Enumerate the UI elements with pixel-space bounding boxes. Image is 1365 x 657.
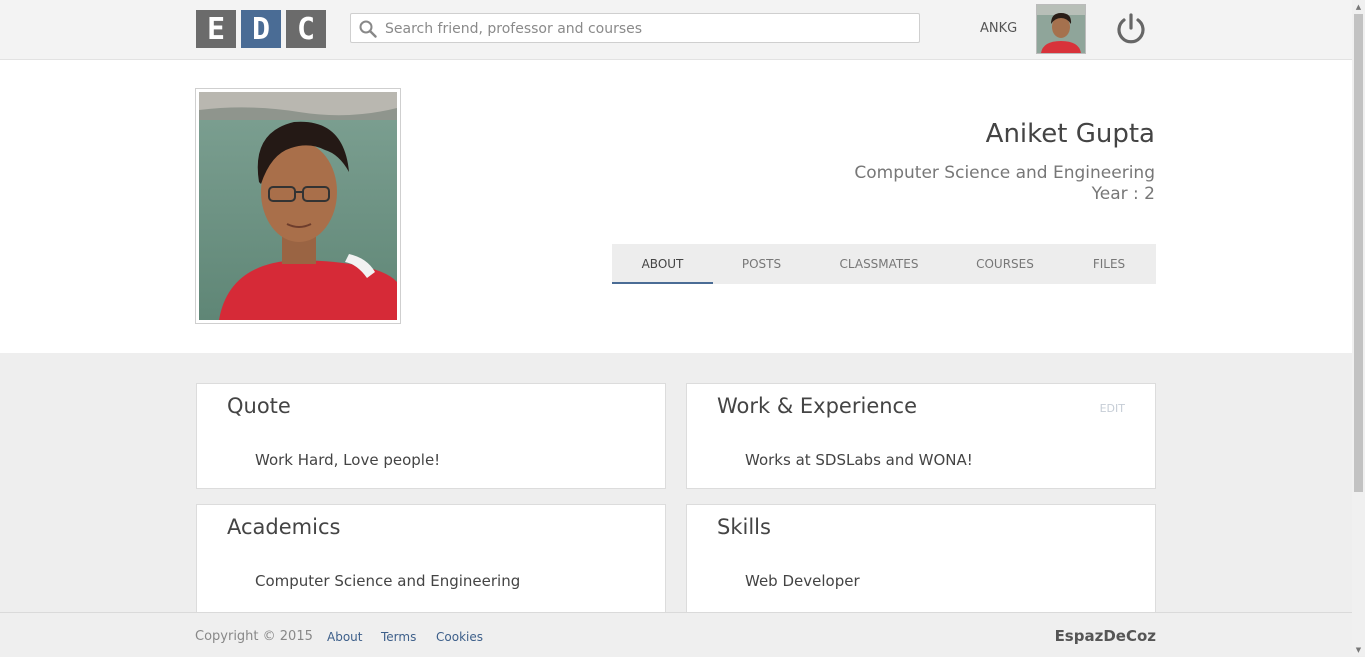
footer-link-terms[interactable]: Terms [381,630,416,644]
card-text: Computer Science and Engineering [255,572,521,590]
profile-department: Computer Science and Engineering [854,163,1155,183]
page-footer: Copyright © 2015 About Terms Cookies Esp… [0,612,1352,657]
tab-classmates[interactable]: CLASSMATES [810,244,948,284]
logo-letter-e: E [196,10,236,48]
user-avatar[interactable] [1036,4,1086,54]
footer-link-about[interactable]: About [327,630,362,644]
card-text: Web Developer [745,572,860,590]
tab-posts[interactable]: POSTS [713,244,810,284]
search-icon [359,20,377,38]
power-icon [1117,13,1145,44]
logout-button[interactable] [1114,12,1148,50]
academics-card: Academics Computer Science and Engineeri… [196,504,666,624]
logo-letter-d: D [241,10,281,48]
work-experience-card: Work & Experience EDIT Works at SDSLabs … [686,383,1156,489]
profile-photo [195,88,401,324]
vertical-scrollbar[interactable]: ▲ ▼ [1352,0,1365,656]
copyright-text: Copyright © 2015 [195,629,313,644]
profile-header: Aniket Gupta Computer Science and Engine… [0,60,1352,353]
search-input[interactable] [383,16,907,42]
tab-courses[interactable]: COURSES [948,244,1062,284]
scrollbar-thumb[interactable] [1354,14,1363,492]
card-text: Work Hard, Love people! [255,451,441,469]
logo-letter-c: C [286,10,326,48]
top-navigation-bar: E D C ANKG [0,0,1352,60]
card-text: Works at SDSLabs and WONA! [745,451,973,469]
skills-card: Skills Web Developer [686,504,1156,624]
footer-link-cookies[interactable]: Cookies [436,630,483,644]
card-title: Work & Experience [717,394,918,418]
scroll-down-arrow-icon[interactable]: ▼ [1352,643,1365,656]
site-logo[interactable]: E D C [196,10,326,48]
card-title: Skills [717,515,771,539]
search-box[interactable] [350,13,920,43]
footer-brand: EspazDeCoz [1054,627,1156,645]
profile-tabs: ABOUT POSTS CLASSMATES COURSES FILES [612,244,1156,284]
profile-name: Aniket Gupta [985,119,1155,149]
card-title: Academics [227,515,341,539]
username-label[interactable]: ANKG [980,21,1017,36]
scroll-up-arrow-icon[interactable]: ▲ [1352,0,1365,13]
card-title: Quote [227,394,291,418]
profile-year: Year : 2 [1091,184,1155,204]
quote-card: Quote Work Hard, Love people! [196,383,666,489]
edit-button[interactable]: EDIT [1100,402,1125,415]
tab-about[interactable]: ABOUT [612,244,713,284]
tab-files[interactable]: FILES [1062,244,1156,284]
